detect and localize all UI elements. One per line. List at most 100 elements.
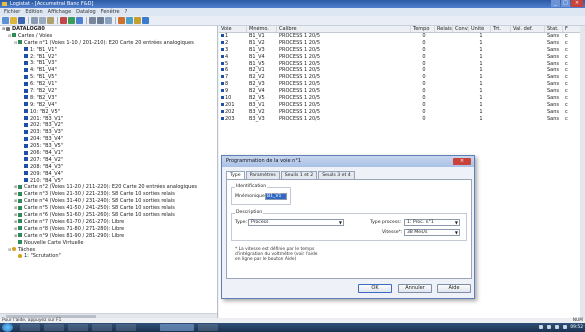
column-header[interactable]: Voie (219, 26, 247, 32)
table-row[interactable]: 203 B3_V3 PROCESS 1 20/5 0 1 Sans c (219, 116, 585, 123)
cancel-button[interactable]: Annuler (398, 284, 432, 293)
table-icon[interactable] (126, 17, 133, 24)
tree-item[interactable]: 201: "B3_V1" (0, 116, 217, 123)
alarm-icon[interactable] (134, 17, 141, 24)
menu-edition[interactable]: Edition (25, 8, 42, 16)
tray-icon[interactable] (539, 325, 543, 329)
taskbar-logistat-icon[interactable] (160, 324, 194, 331)
table-row[interactable]: 4 B1_V4 PROCESS 1 20/5 0 1 Sans c (219, 54, 585, 61)
table-row[interactable]: 201 B3_V1 PROCESS 1 20/5 0 1 Sans c (219, 102, 585, 109)
table-row[interactable]: 8 B2_V3 PROCESS 1 20/5 0 1 Sans c (219, 81, 585, 88)
tree-item[interactable]: ⊟ Carte n°1 (Voies 1-10 / 201-210): E20 C… (0, 40, 217, 47)
tree-item[interactable]: ⊞ Carte n°5 (Voies 41-50 / 241-250): S8 C… (0, 205, 217, 212)
grid-vertical-scrollbar[interactable] (580, 26, 585, 318)
tree-item[interactable]: 10: "B2_V5" (0, 109, 217, 116)
ok-button[interactable]: OK (358, 284, 392, 293)
tree-item[interactable]: 203: "B3_V3" (0, 129, 217, 136)
tree-item[interactable]: ⊞ Carte n°6 (Voies 51-60 / 251-260): S8 C… (0, 212, 217, 219)
taskbar-media-icon[interactable] (68, 324, 88, 331)
table-row[interactable]: 10 B2_V5 PROCESS 1 20/5 0 1 Sans c (219, 95, 585, 102)
tree-item[interactable]: 1: "Scrutation" (0, 253, 217, 260)
tree-item[interactable]: 4: "B1_V4" (0, 67, 217, 74)
tree-item[interactable]: 3: "B1_V3" (0, 60, 217, 67)
table-row[interactable]: 5 B1_V5 PROCESS 1 20/5 0 1 Sans c (219, 61, 585, 68)
minimize-button[interactable]: _ (551, 0, 560, 7)
tree-item[interactable]: 5: "B1_V5" (0, 74, 217, 81)
column-header[interactable]: Stat. (545, 26, 563, 32)
column-header[interactable]: Unité (469, 26, 491, 32)
start-button[interactable] (2, 323, 13, 332)
new-icon[interactable] (2, 17, 9, 24)
table-row[interactable]: 202 B3_V2 PROCESS 1 20/5 0 1 Sans c (219, 109, 585, 116)
table-row[interactable]: 9 B2_V4 PROCESS 1 20/5 0 1 Sans c (219, 88, 585, 95)
acquire-icon[interactable] (76, 17, 83, 24)
close-window-button[interactable]: × (571, 0, 583, 7)
datalog-tree[interactable]: ⊟ DATALOG80 ⊟ Cartes / Voies ⊟ Carte n°1 (Voi… (0, 26, 218, 318)
print-icon[interactable] (89, 17, 96, 24)
tree-item[interactable]: ⊞ Carte n°2 (Voies 11-20 / 211-220): E20 … (0, 184, 217, 191)
delete-icon[interactable] (60, 17, 67, 24)
tray-icon[interactable] (563, 325, 567, 329)
tab-seuils-1-2[interactable]: Seuils 1 et 2 (280, 171, 318, 179)
tree-item[interactable]: 208: "B4_V3" (0, 164, 217, 171)
tree-item[interactable]: 1: "B1_V1" (0, 47, 217, 54)
column-header[interactable]: Conv. (453, 26, 469, 32)
tree-item[interactable]: ⊞ Carte n°3 (Voies 21-30 / 221-230): S8 C… (0, 191, 217, 198)
table-row[interactable]: 6 B2_V1 PROCESS 1 20/5 0 1 Sans c (219, 67, 585, 74)
type-process-select[interactable]: 1: Proc. n°1 ▼ (404, 219, 460, 226)
taskbar-explorer-icon[interactable] (44, 324, 64, 331)
table-row[interactable]: 7 B2_V2 PROCESS 1 20/5 0 1 Sans c (219, 74, 585, 81)
tree-item[interactable]: ⊞ Carte n°9 (Voies 81-90 / 281-290): Libr… (0, 233, 217, 240)
tree-item[interactable]: 204: "B3_V4" (0, 136, 217, 143)
tree-item[interactable]: 206: "B4_V1" (0, 150, 217, 157)
menu-affichage[interactable]: Affichage (48, 8, 72, 16)
tree-item[interactable]: 205: "B3_V5" (0, 143, 217, 150)
tab-type[interactable]: Type (226, 171, 245, 179)
save-icon[interactable] (18, 17, 25, 24)
taskbar-app-icon[interactable] (116, 324, 136, 331)
paste-icon[interactable] (47, 17, 54, 24)
column-header[interactable]: Relais (435, 26, 453, 32)
column-header[interactable]: Calibre (277, 26, 411, 32)
table-row[interactable]: 2 B1_V2 PROCESS 1 20/5 0 1 Sans c (219, 40, 585, 47)
type-select[interactable]: Process ▼ (248, 219, 344, 226)
tree-item[interactable]: ⊞ Carte n°8 (Voies 71-80 / 271-280): Libr… (0, 226, 217, 233)
tree-item[interactable]: 207: "B4_V2" (0, 157, 217, 164)
chart-icon[interactable] (118, 17, 125, 24)
maximize-button[interactable]: □ (561, 0, 570, 7)
help-button[interactable]: Aide (437, 284, 471, 293)
menu-datalog[interactable]: Datalog (76, 8, 96, 16)
help-icon[interactable] (142, 17, 149, 24)
tree-item[interactable]: ⊞ Carte n°4 (Voies 31-40 / 231-240): S8 C… (0, 198, 217, 205)
copy-icon[interactable] (39, 17, 46, 24)
menu-help[interactable]: ? (125, 8, 128, 16)
settings-icon[interactable] (97, 17, 104, 24)
tree-item[interactable]: Nouvelle Carte Virtuelle (0, 240, 217, 247)
column-header[interactable]: Tempo (411, 26, 435, 32)
tree-item[interactable]: ⊟ DATALOG80 (0, 26, 217, 33)
column-header[interactable]: Trt. (491, 26, 511, 32)
dialog-close-button[interactable]: × (453, 158, 471, 165)
table-row[interactable]: 3 B1_V3 PROCESS 1 20/5 0 1 Sans c (219, 47, 585, 54)
vitesse-select[interactable]: 38 Mes/s ▼ (404, 229, 460, 236)
menu-fichier[interactable]: Fichier (4, 8, 20, 16)
tab-seuils-3-4[interactable]: Seuils 3 et 4 (318, 171, 355, 179)
tree-item[interactable]: ⊞ Carte n°7 (Voies 61-70 / 261-270): Libr… (0, 219, 217, 226)
tray-icon[interactable] (555, 325, 559, 329)
column-header[interactable]: Mnémo. (247, 26, 277, 32)
taskbar-word-icon[interactable] (198, 324, 218, 331)
menu-fenetre[interactable]: Fenêtre (101, 8, 120, 16)
open-icon[interactable] (10, 17, 17, 24)
tree-item[interactable]: 209: "B4_V4" (0, 171, 217, 178)
tree-item[interactable]: 6: "B2_V1" (0, 81, 217, 88)
tree-item[interactable]: ⊟ Cartes / Voies (0, 33, 217, 40)
tree-item[interactable]: 202: "B3_V2" (0, 122, 217, 129)
taskbar-chrome-icon[interactable] (92, 324, 112, 331)
table-row[interactable]: 1 B1_V1 PROCESS 1 20/5 0 1 Sans c (219, 33, 585, 40)
tray-icon[interactable] (547, 325, 551, 329)
taskbar-ie-icon[interactable] (20, 324, 40, 331)
mnemo-input[interactable]: B1_V1 (265, 193, 287, 200)
tree-item[interactable]: 9: "B2_V4" (0, 102, 217, 109)
window-icon[interactable] (105, 17, 112, 24)
tree-item[interactable]: 8: "B2_V3" (0, 95, 217, 102)
